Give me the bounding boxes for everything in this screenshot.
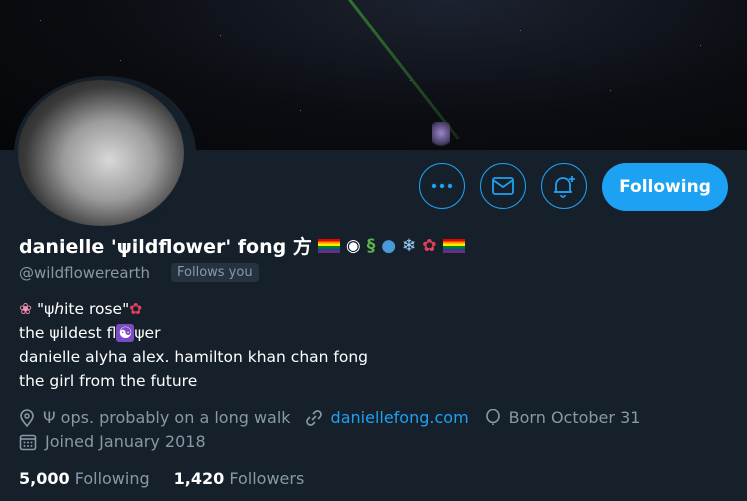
profile-avatar[interactable] [14, 76, 196, 230]
more-options-button[interactable] [419, 163, 465, 209]
notifications-button[interactable] [541, 163, 587, 209]
more-dots-icon [431, 183, 453, 189]
flower-icon: ✿ [129, 300, 143, 318]
birthday-text: Born October 31 [508, 408, 641, 427]
banner-star [220, 35, 221, 36]
banner-star [410, 80, 411, 81]
following-button[interactable]: Following [602, 163, 728, 211]
globe-icon: ● [381, 235, 397, 256]
follow-stats: 5,000 Following 1,420 Followers [19, 469, 304, 488]
profile-meta-row: Ψ ops. probably on a long walk daniellef… [19, 408, 640, 427]
website-link[interactable]: daniellefong.com [331, 408, 469, 427]
rainbow-flag-icon [317, 238, 340, 253]
envelope-icon [492, 177, 514, 195]
snowflake-icon: ❄ [402, 235, 417, 256]
following-stat[interactable]: 5,000 Following [19, 469, 150, 488]
calendar-icon [19, 433, 37, 451]
yin-yang-icon: ☯ [116, 324, 135, 342]
followers-stat[interactable]: 1,420 Followers [174, 469, 305, 488]
joined-text: Joined January 2018 [45, 432, 206, 451]
rainbow-flag-icon [442, 238, 465, 253]
follows-you-badge: Follows you [171, 263, 259, 282]
username-handle: @wildflowerearth [19, 264, 151, 282]
avatar-photo [18, 80, 184, 226]
bio-line: the ψildest fl ☯ ψer [19, 324, 161, 342]
banner-star [120, 60, 121, 61]
profile-bio: ❀ "ψℎite rose"✿ the ψildest fl ☯ ψer danie… [19, 297, 368, 393]
banner-star [610, 90, 611, 91]
location-pin-icon [19, 408, 35, 427]
banner-light-beam [340, 0, 460, 140]
location-text: Ψ ops. probably on a long walk [43, 408, 291, 427]
tulip-icon: ❀ [19, 300, 32, 318]
banner-figure [432, 122, 450, 150]
bio-line: the girl from the future [19, 372, 198, 390]
banner-star [700, 45, 701, 46]
snake-icon: § [366, 235, 376, 256]
bio-line: danielle alyha alex. hamilton khan chan … [19, 348, 368, 366]
flower-icon: ✿ [422, 235, 437, 256]
balloon-icon [485, 408, 501, 427]
brain-icon: ◉ [345, 235, 361, 256]
joined-row: Joined January 2018 [19, 432, 206, 451]
bio-line: ❀ "ψℎite rose"✿ [19, 300, 143, 318]
display-name: danielle 'ψildflower' fong 方 [19, 236, 312, 258]
display-name-row: danielle 'ψildflower' fong 方 ◉ § ● ❄ ✿ [19, 232, 465, 259]
banner-star [40, 20, 41, 21]
message-button[interactable] [480, 163, 526, 209]
bell-plus-icon [554, 176, 575, 198]
link-icon [305, 409, 323, 427]
banner-star [300, 110, 301, 111]
banner-star [520, 30, 521, 31]
